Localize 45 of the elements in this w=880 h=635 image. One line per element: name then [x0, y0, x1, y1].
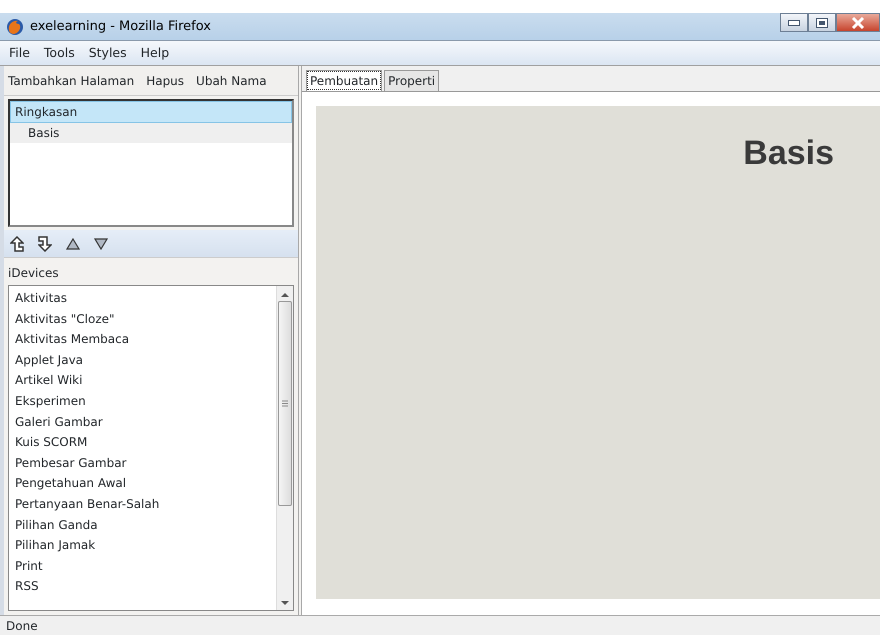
- idevice-item[interactable]: Pembesar Gambar: [15, 452, 270, 474]
- page-title: Basis: [743, 133, 834, 174]
- idevice-item[interactable]: Applet Java: [15, 350, 270, 370]
- menu-item[interactable]: Help: [140, 44, 170, 62]
- menu-item[interactable]: Tools: [44, 44, 75, 62]
- scroll-down-icon[interactable]: [281, 600, 289, 606]
- idevice-item[interactable]: Pertanyaan Benar-Salah: [15, 494, 270, 515]
- tree-item[interactable]: Basis: [10, 123, 292, 143]
- idevice-item[interactable]: Galeri Gambar: [15, 412, 270, 432]
- close-icon: [851, 16, 865, 28]
- idevice-item[interactable]: Eksperimen: [15, 390, 270, 412]
- toolbar-button[interactable]: Tambahkan Halaman: [8, 72, 134, 90]
- close-button[interactable]: [836, 13, 880, 32]
- grip-icon: [282, 400, 288, 407]
- minimize-icon: [788, 20, 800, 26]
- minimize-button[interactable]: [780, 13, 808, 32]
- idevice-item[interactable]: Kuis SCORM: [15, 432, 270, 453]
- menu-item[interactable]: File: [9, 44, 30, 62]
- scroll-up-icon[interactable]: [281, 292, 289, 298]
- tree-item[interactable]: Ringkasan: [10, 101, 292, 123]
- idevice-item[interactable]: Print: [15, 556, 270, 576]
- promote-arrow-icon[interactable]: [10, 236, 24, 252]
- idevice-item[interactable]: Artikel Wiki: [15, 370, 270, 391]
- idevice-item[interactable]: Aktivitas: [15, 288, 270, 309]
- idevice-item[interactable]: Pilihan Jamak: [15, 535, 270, 556]
- idevice-item[interactable]: Pengetahuan Awal: [15, 473, 270, 494]
- toolbar-button[interactable]: Ubah Nama: [196, 72, 267, 90]
- tab[interactable]: Pembuatan: [306, 70, 382, 91]
- idevice-item[interactable]: Aktivitas "Cloze": [15, 308, 270, 330]
- demote-arrow-icon[interactable]: [38, 236, 52, 252]
- scrollbar[interactable]: [276, 286, 293, 610]
- idevices-label: iDevices: [7, 265, 60, 282]
- toolbar-button[interactable]: Hapus: [146, 72, 184, 90]
- move-down-icon[interactable]: [94, 238, 108, 250]
- move-up-icon[interactable]: [66, 238, 80, 250]
- maximize-button[interactable]: [808, 13, 836, 32]
- status-bar: Done: [0, 615, 880, 635]
- tab[interactable]: Properti: [384, 70, 440, 91]
- idevice-item[interactable]: Pilihan Ganda: [15, 514, 270, 536]
- idevice-item[interactable]: RSS: [15, 576, 270, 597]
- window-title: exelearning - Mozilla Firefox: [30, 18, 212, 36]
- idevice-item[interactable]: Aktivitas Membaca: [15, 329, 270, 350]
- browser-logo-icon: [6, 18, 24, 36]
- maximize-icon: [816, 18, 828, 28]
- menu-item[interactable]: Styles: [88, 44, 127, 62]
